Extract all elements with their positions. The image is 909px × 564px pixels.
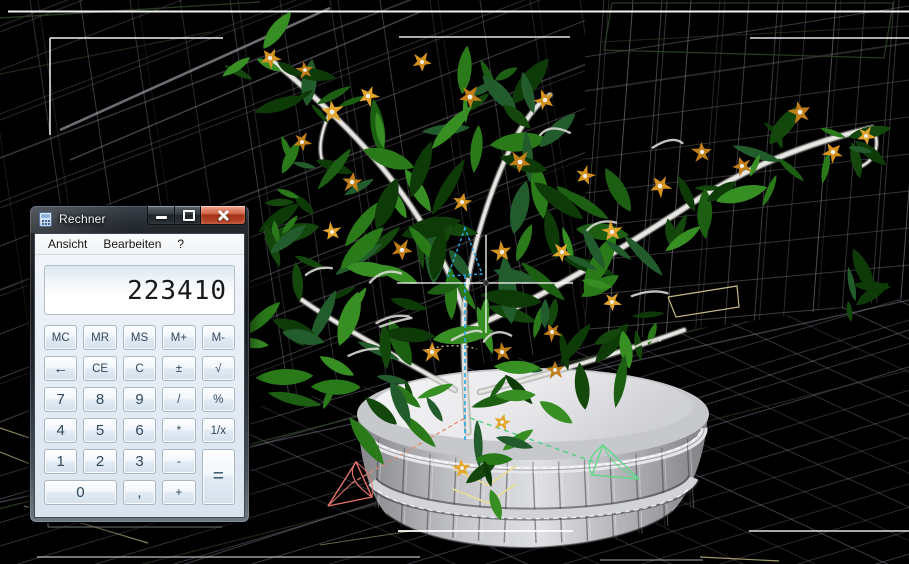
calc-key-memory-recall[interactable]: MR (83, 325, 117, 350)
window-title: Rechner (59, 212, 106, 226)
calc-key-memory-subtract[interactable]: M- (201, 325, 235, 350)
calc-key-clear[interactable]: C (122, 356, 157, 381)
calculator-window: Rechner Ansicht Bearbeiten ? 223410 MC M… (29, 205, 250, 523)
calc-key-8[interactable]: 8 (83, 387, 117, 412)
calc-key-multiply[interactable]: * (162, 418, 196, 443)
calc-key-clear-entry[interactable]: CE (83, 356, 117, 381)
calc-key-memory-store[interactable]: MS (122, 325, 157, 350)
calculator-body: Ansicht Bearbeiten ? 223410 MC MR MS M+ M- ← C… (34, 233, 245, 518)
calc-key-negate[interactable]: ± (162, 356, 196, 381)
calc-key-reciprocal[interactable]: 1/x (201, 418, 235, 443)
calc-key-1[interactable]: 1 (44, 449, 78, 474)
close-button[interactable] (200, 206, 246, 225)
minimize-icon (156, 216, 167, 219)
calc-key-equals[interactable]: = (201, 449, 235, 505)
calculator-titlebar[interactable]: Rechner (30, 206, 249, 233)
menu-bar: Ansicht Bearbeiten ? (35, 234, 244, 255)
calc-key-memory-clear[interactable]: MC (44, 325, 78, 350)
maximize-icon (183, 210, 195, 221)
calc-key-square-root[interactable]: √ (201, 356, 235, 381)
calculator-icon (39, 212, 52, 227)
menu-item-bearbeiten[interactable]: Bearbeiten (95, 235, 169, 254)
calc-key-2[interactable]: 2 (83, 449, 117, 474)
screenshot-root: Rechner Ansicht Bearbeiten ? 223410 MC M… (0, 0, 909, 564)
calculator-client-area: 223410 MC MR MS M+ M- ← CE C ± √ 7 8 9/% 4 5 6 * 1/x 1 2 3- =… (35, 255, 244, 517)
calc-display: 223410 (44, 265, 235, 315)
calc-key-5[interactable]: 5 (83, 418, 117, 443)
calc-key-decimal[interactable]: , (122, 480, 157, 505)
maximize-button[interactable] (174, 206, 201, 225)
calc-key-percent[interactable]: % (201, 387, 235, 412)
calc-key-4[interactable]: 4 (44, 418, 78, 443)
menu-item-ansicht[interactable]: Ansicht (40, 235, 95, 254)
calc-key-subtract[interactable]: - (162, 449, 196, 474)
calc-key-divide[interactable]: / (162, 387, 196, 412)
close-icon (218, 210, 229, 221)
calc-keypad: MC MR MS M+ M- ← CE C ± √ 7 8 9/% 4 5 6 * 1/x 1 2 3- = 0, + (44, 325, 235, 505)
calc-key-add[interactable]: + (162, 480, 196, 505)
calc-key-3[interactable]: 3 (122, 449, 157, 474)
caption-buttons (147, 206, 246, 225)
minimize-button[interactable] (147, 206, 175, 225)
calc-key-memory-add[interactable]: M+ (162, 325, 196, 350)
calc-key-7[interactable]: 7 (44, 387, 78, 412)
calc-key-6[interactable]: 6 (122, 418, 157, 443)
calc-key-9[interactable]: 9 (122, 387, 157, 412)
calc-key-backspace[interactable]: ← (44, 356, 78, 381)
calc-key-0[interactable]: 0 (44, 480, 117, 505)
menu-item-help[interactable]: ? (169, 235, 192, 254)
